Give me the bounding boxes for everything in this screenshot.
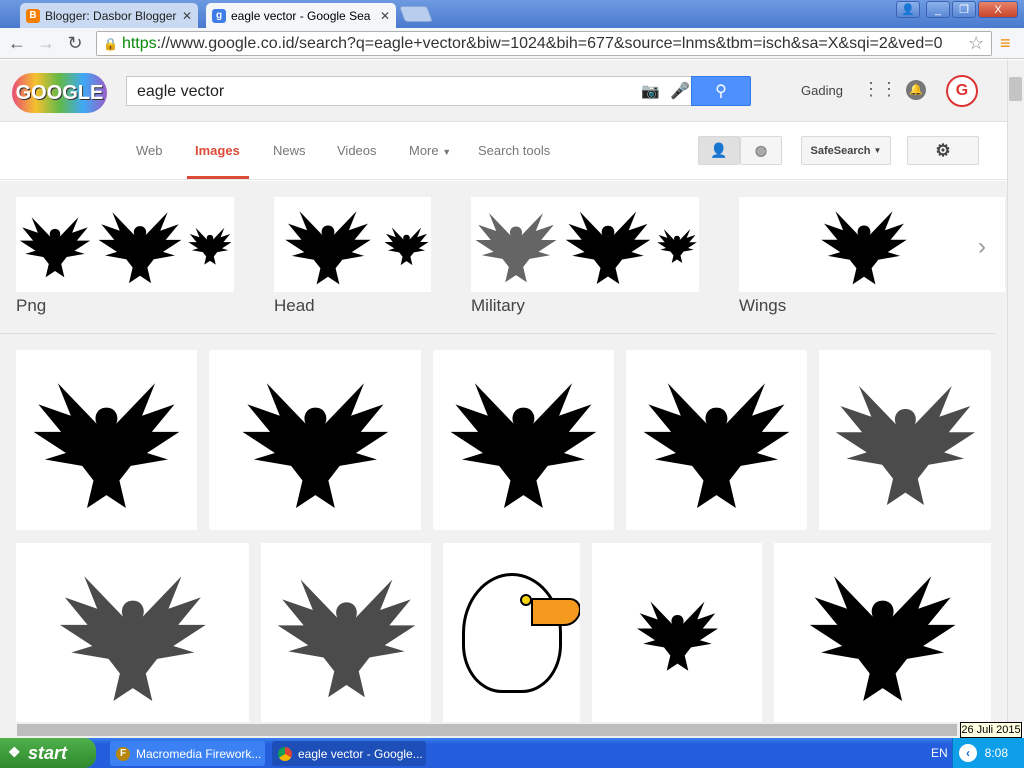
notifications-bell-icon[interactable]: 🔔 — [906, 80, 926, 100]
tab-web[interactable]: Web — [136, 143, 163, 158]
close-window-button[interactable]: X — [978, 1, 1018, 18]
windows-logo-icon: ❖ — [8, 744, 21, 760]
safesearch-dropdown[interactable]: SafeSearch ▼ — [801, 136, 891, 165]
clock[interactable]: 8:08 — [985, 746, 1008, 760]
restore-button[interactable]: ❐ — [952, 1, 976, 18]
related-label[interactable]: Head — [274, 296, 315, 316]
start-label: start — [28, 742, 68, 763]
taskbar-item-fireworks[interactable]: F Macromedia Firework... — [110, 741, 265, 766]
google-doodle-logo[interactable]: GOOGLE — [12, 73, 107, 113]
menu-icon[interactable]: ≡ — [1000, 33, 1011, 54]
gear-icon: ⚙ — [935, 140, 951, 160]
camera-icon[interactable]: 📷 — [641, 82, 660, 100]
address-bar[interactable]: 🔒 https://www.google.co.id/search?q=eagl… — [96, 31, 992, 56]
tab-images[interactable]: Images — [195, 143, 240, 158]
fireworks-icon: F — [116, 746, 130, 761]
search-button[interactable]: ⚲ — [691, 76, 751, 106]
url-text: ://www.google.co.id/search?q=eagle+vecto… — [156, 34, 943, 52]
microphone-icon[interactable]: 🎤 — [670, 81, 690, 101]
tab-videos[interactable]: Videos — [337, 143, 377, 158]
image-result[interactable] — [433, 350, 614, 530]
forward-icon[interactable]: → — [35, 33, 57, 54]
chrome-icon — [278, 746, 292, 761]
browser-toolbar: ← → ↻ 🔒 https://www.google.co.id/search?… — [0, 28, 1024, 59]
show-hidden-icons-chevron-icon[interactable]: ‹ — [959, 744, 977, 762]
tab-news[interactable]: News — [273, 143, 306, 158]
vertical-scrollbar[interactable] — [1007, 60, 1024, 722]
image-result[interactable] — [819, 350, 991, 530]
image-result[interactable] — [261, 543, 431, 722]
system-tray: ‹ 8:08 — [952, 738, 1024, 768]
image-result[interactable] — [626, 350, 807, 530]
image-result[interactable] — [16, 543, 249, 722]
back-icon[interactable]: ← — [6, 33, 28, 54]
related-search-head[interactable] — [274, 197, 431, 292]
image-result[interactable] — [209, 350, 421, 530]
user-button[interactable]: 👤 — [896, 1, 920, 18]
person-icon: 👤 — [710, 142, 728, 158]
hide-private-results-button[interactable]: ◍ — [740, 136, 782, 165]
google-header: GOOGLE eagle vector 📷 🎤 ⚲ Gading ⋮⋮ 🔔 G — [0, 60, 1007, 122]
tab-blogger[interactable]: B Blogger: Dasbor Blogger ✕ — [20, 3, 198, 28]
url-scheme: https — [121, 34, 157, 52]
reload-icon[interactable]: ↻ — [64, 33, 86, 54]
tab-title: Blogger: Dasbor Blogger — [45, 8, 177, 23]
active-tab-indicator — [187, 176, 249, 179]
image-result[interactable] — [443, 543, 580, 722]
minimize-button[interactable]: _ — [926, 1, 950, 18]
language-indicator[interactable]: EN — [931, 746, 948, 760]
google-icon: g — [212, 8, 226, 23]
tab-google-search[interactable]: g eagle vector - Google Search ✕ — [206, 3, 396, 28]
private-results-button[interactable]: 👤 — [698, 136, 740, 165]
blogger-icon: B — [26, 8, 40, 23]
close-tab-icon[interactable]: ✕ — [380, 9, 390, 23]
safesearch-label: SafeSearch — [810, 144, 871, 157]
search-nav: Web Images News Videos More ▼ Search too… — [0, 122, 1007, 180]
chevron-right-icon[interactable]: › — [978, 233, 986, 261]
search-icon: ⚲ — [715, 83, 727, 100]
user-name-link[interactable]: Gading — [801, 83, 843, 98]
related-label[interactable]: Military — [471, 296, 525, 316]
more-label: More — [409, 143, 439, 158]
vertical-scroll-thumb[interactable] — [1009, 77, 1022, 101]
related-search-military[interactable] — [471, 197, 699, 292]
divider — [0, 333, 995, 334]
tab-search-tools[interactable]: Search tools — [478, 143, 550, 158]
dropdown-arrow-icon: ▼ — [873, 146, 882, 155]
globe-icon: ◍ — [754, 142, 768, 158]
image-result[interactable] — [774, 543, 991, 722]
image-results: Png Head Military › Wings — [0, 181, 1007, 722]
related-label[interactable]: Wings — [739, 296, 786, 316]
related-label[interactable]: Png — [16, 296, 46, 316]
search-input[interactable]: eagle vector — [126, 76, 692, 106]
horizontal-scroll-thumb[interactable] — [17, 724, 957, 736]
tab-title: eagle vector - Google Search — [231, 8, 371, 23]
settings-button[interactable]: ⚙ — [907, 136, 979, 165]
bookmark-star-icon[interactable]: ☆ — [968, 33, 984, 54]
date-tooltip: 26 Juli 2015 — [960, 722, 1022, 738]
new-tab-button[interactable] — [399, 6, 433, 22]
dropdown-arrow-icon: ▼ — [442, 147, 452, 157]
close-tab-icon[interactable]: ✕ — [182, 9, 192, 23]
apps-grid-icon[interactable]: ⋮⋮ — [862, 79, 898, 100]
tab-more[interactable]: More ▼ — [409, 143, 451, 158]
lock-icon: 🔒 — [103, 36, 118, 51]
task-label: Macromedia Firework... — [136, 746, 262, 761]
taskbar-item-chrome[interactable]: eagle vector - Google... — [272, 741, 426, 766]
image-result[interactable] — [592, 543, 762, 722]
start-button[interactable]: ❖ start — [0, 738, 96, 768]
image-result[interactable] — [16, 350, 197, 530]
related-search-wings[interactable] — [739, 197, 1005, 292]
related-search-png[interactable] — [16, 197, 234, 292]
avatar[interactable]: G — [946, 75, 978, 107]
task-label: eagle vector - Google... — [298, 746, 423, 761]
